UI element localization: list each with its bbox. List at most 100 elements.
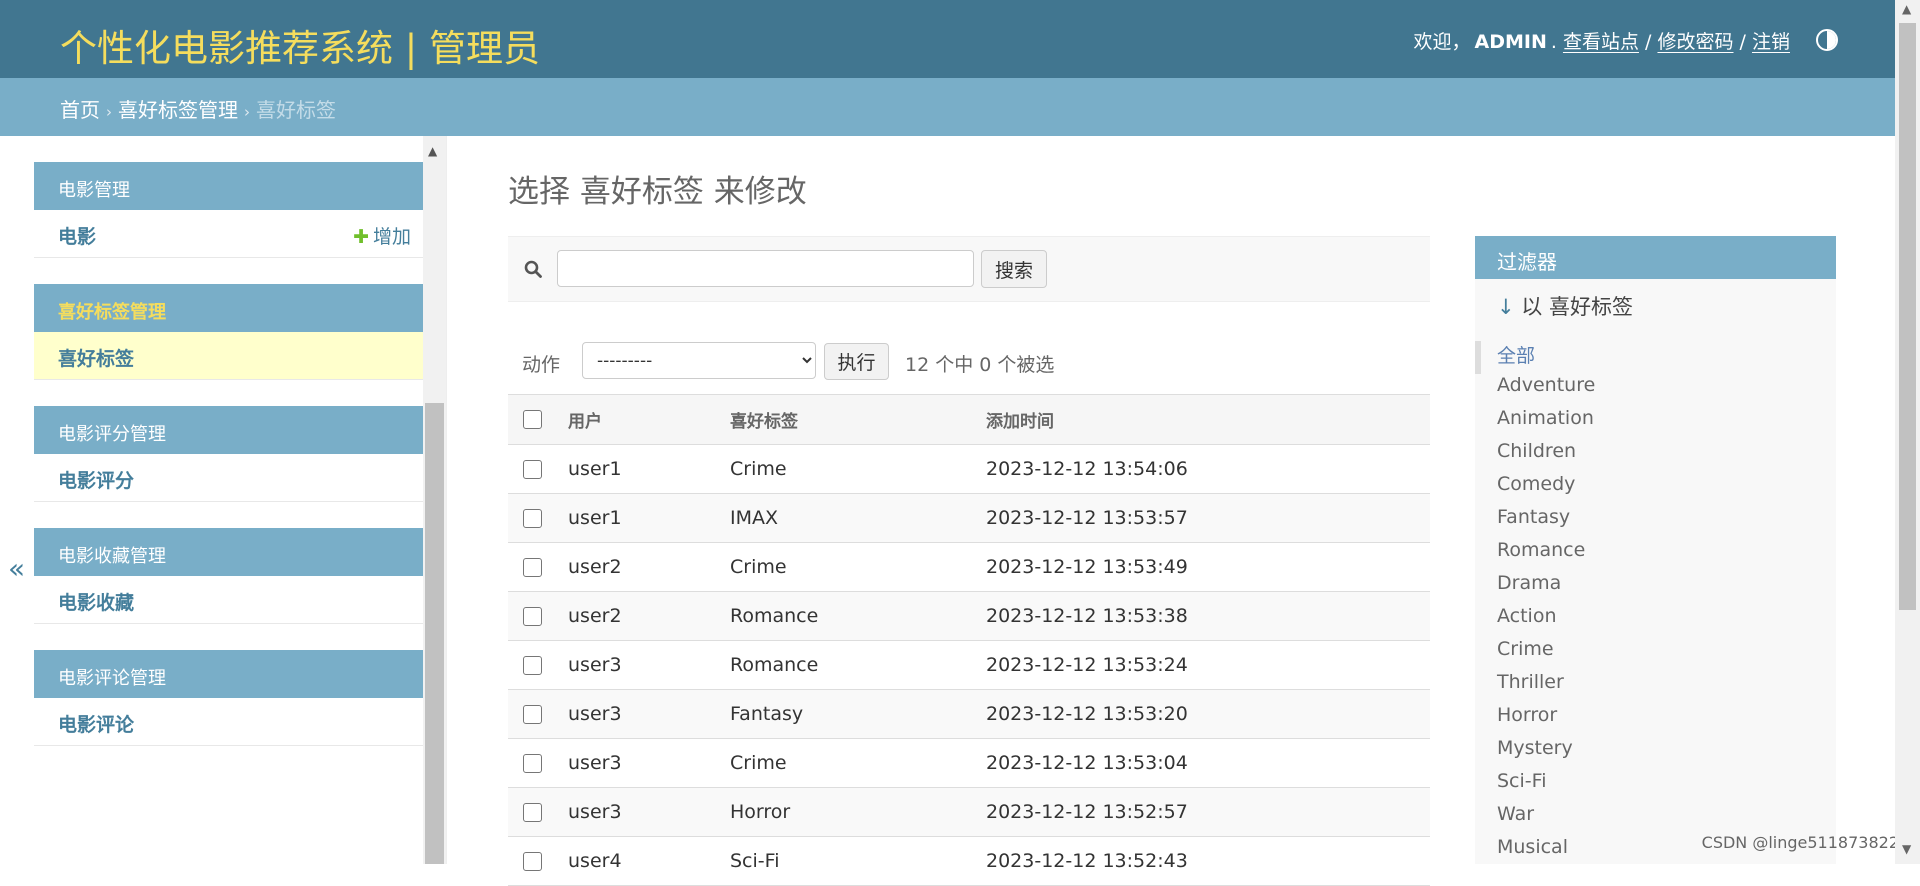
filter-option[interactable]: Adventure [1475,374,1836,407]
filter-option[interactable]: Horror [1475,704,1836,737]
action-select[interactable]: --------- [582,342,816,379]
result-body: user1 Crime 2023-12-12 13:54:06 user1 IM… [508,444,1430,886]
table-row: user3 Romance 2023-12-12 13:53:24 [508,640,1430,690]
filter-option[interactable]: Action [1475,605,1836,638]
row-checkbox[interactable] [523,656,542,675]
plus-icon: ✚ [353,226,369,248]
user-tools: 欢迎， ADMIN. 查看站点 / 修改密码 / 注销 [1413,27,1790,54]
cell-time: 2023-12-12 13:54:06 [986,444,1430,494]
filter-option[interactable]: Crime [1475,638,1836,671]
column-header-time[interactable]: 添加时间 [986,394,1430,445]
sidebar-item-label[interactable]: 电影收藏 [58,592,134,614]
welcome-text: 欢迎， [1413,31,1471,53]
watermark: CSDN @linge511873822 [1701,833,1899,852]
scroll-up-icon[interactable]: ▲ [1902,2,1911,16]
search-button[interactable]: 搜索 [981,250,1047,288]
add-label: 增加 [372,226,411,248]
column-header-tag[interactable]: 喜好标签 [730,394,986,445]
cell-user[interactable]: user1 [568,444,730,494]
sidebar-item-label[interactable]: 喜好标签 [58,348,134,370]
scrollbar-thumb[interactable] [1899,23,1916,610]
module-caption[interactable]: 电影管理 [34,162,423,210]
module-caption[interactable]: 喜好标签管理 [34,284,423,332]
row-checkbox[interactable] [523,607,542,626]
sidebar-scrollbar[interactable]: ▲ [423,136,446,864]
cell-tag: Crime [730,738,986,788]
arrow-down-icon: ↓ [1497,295,1515,319]
result-table: 用户 喜好标签 添加时间 user1 Crime 2023-12-12 13:5… [508,394,1430,886]
actions-bar: 动作 --------- 执行 12 个中 0 个被选 [508,342,1430,382]
scrollbar-thumb[interactable] [425,403,444,864]
cell-user[interactable]: user3 [568,689,730,739]
cell-user[interactable]: user2 [568,542,730,592]
filter-option[interactable]: Fantasy [1475,506,1836,539]
filter-option[interactable]: Sci-Fi [1475,770,1836,803]
table-header-row: 用户 喜好标签 添加时间 [508,394,1430,445]
filter-option[interactable]: Children [1475,440,1836,473]
breadcrumb-app[interactable]: 喜好标签管理 [118,98,238,122]
row-checkbox[interactable] [523,705,542,724]
search-input[interactable] [557,250,974,287]
cell-user[interactable]: user3 [568,738,730,788]
sidebar-item-label[interactable]: 电影 [58,226,96,248]
scroll-up-icon[interactable]: ▲ [428,144,437,158]
breadcrumb-separator: › [244,103,250,121]
cell-tag: Fantasy [730,689,986,739]
row-checkbox[interactable] [523,460,542,479]
sidebar-item-label[interactable]: 电影评论 [58,714,134,736]
table-row: user2 Crime 2023-12-12 13:53:49 [508,542,1430,592]
row-checkbox[interactable] [523,803,542,822]
row-select-cell [508,738,568,788]
cell-user[interactable]: user4 [568,836,730,886]
scroll-down-icon[interactable]: ▼ [1902,842,1911,856]
change-password-link[interactable]: 修改密码 [1657,31,1733,53]
module-caption[interactable]: 电影收藏管理 [34,528,423,576]
module-favorite-management: 电影收藏管理 电影收藏 [34,528,423,624]
sidebar-item-label[interactable]: 电影评分 [58,470,134,492]
toggle-sidebar-button[interactable]: « [8,552,25,585]
filter-option[interactable]: War [1475,803,1836,836]
row-select-cell [508,836,568,886]
filter-option[interactable]: Mystery [1475,737,1836,770]
row-checkbox[interactable] [523,558,542,577]
cell-user[interactable]: user3 [568,640,730,690]
cell-time: 2023-12-12 13:53:57 [986,493,1430,543]
punct: . [1550,31,1557,53]
site-branding[interactable]: 个性化电影推荐系统 | 管理员 [60,18,540,72]
module-caption[interactable]: 电影评论管理 [34,650,423,698]
table-row: user1 Crime 2023-12-12 13:54:06 [508,444,1430,494]
cell-tag: Crime [730,444,986,494]
module-tag-management: 喜好标签管理 喜好标签 [34,284,423,380]
filter-option-all[interactable]: 全部 [1475,341,1836,374]
filter-option[interactable]: Drama [1475,572,1836,605]
nav-sidebar: 电影管理 电影 ✚ 增加 喜好标签管理 喜好标签 电影评分管理 电影评分 电影收藏… [34,136,423,864]
logout-link[interactable]: 注销 [1752,31,1790,53]
add-movie-link[interactable]: ✚ 增加 [353,222,411,249]
filter-option[interactable]: Comedy [1475,473,1836,506]
row-select-cell [508,787,568,837]
module-caption[interactable]: 电影评分管理 [34,406,423,454]
theme-toggle-icon[interactable] [1816,29,1838,51]
filter-option[interactable]: Thriller [1475,671,1836,704]
table-row: user3 Horror 2023-12-12 13:52:57 [508,787,1430,837]
view-site-link[interactable]: 查看站点 [1563,31,1639,53]
module-comment-management: 电影评论管理 电影评论 [34,650,423,746]
row-checkbox[interactable] [523,754,542,773]
row-checkbox[interactable] [523,852,542,871]
row-select-cell [508,444,568,494]
cell-tag: IMAX [730,493,986,543]
column-header-user[interactable]: 用户 [568,394,730,445]
breadcrumb-home[interactable]: 首页 [60,98,100,122]
select-all-checkbox[interactable] [523,410,542,429]
cell-user[interactable]: user3 [568,787,730,837]
filter-option[interactable]: Romance [1475,539,1836,572]
filter-caption: 过滤器 [1475,236,1836,279]
cell-time: 2023-12-12 13:52:57 [986,787,1430,837]
row-checkbox[interactable] [523,509,542,528]
filter-option[interactable]: Animation [1475,407,1836,440]
cell-user[interactable]: user1 [568,493,730,543]
run-action-button[interactable]: 执行 [824,343,889,380]
cell-user[interactable]: user2 [568,591,730,641]
page-scrollbar[interactable]: ▲ ▼ [1895,0,1920,864]
separator: / [1645,31,1652,53]
